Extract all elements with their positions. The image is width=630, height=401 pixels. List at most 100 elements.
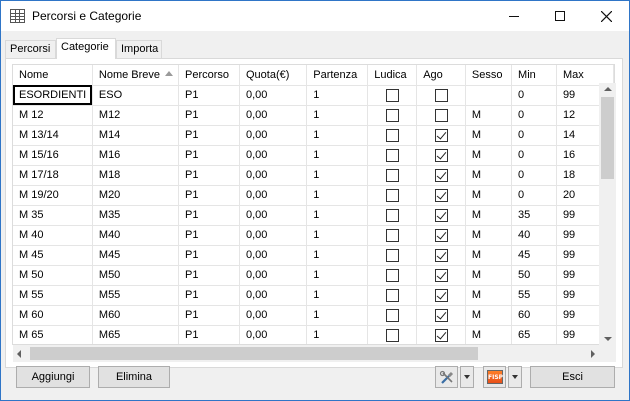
vertical-scroll-thumb[interactable] (601, 97, 614, 179)
partenza-cell[interactable]: 1 (306, 104, 369, 125)
categories-grid[interactable]: Nome Nome Breve Percorso Quota(€) Parten… (12, 64, 615, 345)
sesso-cell[interactable]: M (465, 264, 513, 285)
sesso-cell[interactable]: M (465, 324, 513, 344)
quota-cell[interactable]: 0,00 (239, 204, 308, 225)
percorso-cell[interactable]: P1 (178, 144, 240, 165)
nome-cell[interactable]: M 65 (13, 324, 93, 344)
ago-checkbox[interactable] (434, 208, 448, 222)
tab-categorie[interactable]: Categorie (56, 38, 116, 59)
percorso-cell[interactable]: P1 (178, 184, 240, 205)
partenza-cell[interactable]: 1 (306, 164, 369, 185)
ludica-cell[interactable] (367, 84, 418, 105)
ago-checkbox[interactable] (434, 228, 448, 242)
percorso-cell[interactable]: P1 (178, 324, 240, 344)
quota-cell[interactable]: 0,00 (239, 84, 308, 105)
nome-cell[interactable]: M 17/18 (13, 164, 93, 185)
ago-cell[interactable] (416, 264, 466, 285)
quota-cell[interactable]: 0,00 (239, 144, 308, 165)
partenza-cell[interactable]: 1 (306, 124, 369, 145)
ago-cell[interactable] (416, 184, 466, 205)
sesso-cell[interactable]: M (465, 124, 513, 145)
ludica-cell[interactable] (367, 304, 418, 325)
percorso-cell[interactable]: P1 (178, 244, 240, 265)
nome-cell[interactable]: M 40 (13, 224, 93, 245)
breve-cell[interactable]: M35 (92, 204, 180, 225)
min-cell[interactable]: 40 (511, 224, 557, 245)
quota-cell[interactable]: 0,00 (239, 104, 308, 125)
quota-cell[interactable]: 0,00 (239, 124, 308, 145)
min-cell[interactable]: 0 (511, 104, 557, 125)
min-cell[interactable]: 55 (511, 284, 557, 305)
nome-cell[interactable]: M 45 (13, 244, 93, 265)
ago-checkbox[interactable] (434, 108, 448, 122)
percorso-cell[interactable]: P1 (178, 164, 240, 185)
delete-button[interactable]: Elimina (98, 366, 170, 388)
ago-cell[interactable] (416, 104, 466, 125)
col-header-partenza[interactable]: Partenza (306, 65, 369, 85)
breve-cell[interactable]: M18 (92, 164, 180, 185)
horizontal-scroll-thumb[interactable] (30, 347, 478, 360)
ago-checkbox[interactable] (434, 88, 448, 102)
sesso-cell[interactable] (465, 84, 513, 105)
nome-cell[interactable]: M 12 (13, 104, 93, 125)
table-row[interactable]: M 45 M45 P1 0,00 1 M 45 99 (13, 244, 614, 265)
table-row[interactable]: M 13/14 M14 P1 0,00 1 M 0 14 (13, 124, 614, 145)
quota-cell[interactable]: 0,00 (239, 284, 308, 305)
quota-cell[interactable]: 0,00 (239, 324, 308, 344)
tab-percorsi[interactable]: Percorsi (5, 40, 56, 58)
partenza-cell[interactable]: 1 (306, 184, 369, 205)
min-cell[interactable]: 60 (511, 304, 557, 325)
nome-cell[interactable]: M 13/14 (13, 124, 93, 145)
percorso-cell[interactable]: P1 (178, 224, 240, 245)
tools-dropdown-button[interactable] (460, 366, 474, 388)
min-cell[interactable]: 0 (511, 84, 557, 105)
nome-cell[interactable]: M 15/16 (13, 144, 93, 165)
scroll-up-icon[interactable] (604, 87, 612, 91)
table-row[interactable]: M 19/20 M20 P1 0,00 1 M 0 20 (13, 184, 614, 205)
ludica-cell[interactable] (367, 224, 418, 245)
minimize-button[interactable] (491, 1, 537, 31)
quota-cell[interactable]: 0,00 (239, 304, 308, 325)
nome-cell[interactable]: ESORDIENTI (13, 84, 93, 105)
fisp-dropdown-button[interactable] (508, 366, 522, 388)
partenza-cell[interactable]: 1 (306, 224, 369, 245)
col-header-sesso[interactable]: Sesso (465, 65, 513, 85)
ago-cell[interactable] (416, 164, 466, 185)
sesso-cell[interactable]: M (465, 204, 513, 225)
min-cell[interactable]: 0 (511, 164, 557, 185)
quota-cell[interactable]: 0,00 (239, 264, 308, 285)
ludica-checkbox[interactable] (385, 128, 399, 142)
partenza-cell[interactable]: 1 (306, 204, 369, 225)
sesso-cell[interactable]: M (465, 164, 513, 185)
col-header-ago[interactable]: Ago (416, 65, 466, 85)
partenza-cell[interactable]: 1 (306, 144, 369, 165)
nome-cell[interactable]: M 55 (13, 284, 93, 305)
table-row[interactable]: M 40 M40 P1 0,00 1 M 40 99 (13, 224, 614, 245)
min-cell[interactable]: 65 (511, 324, 557, 344)
breve-cell[interactable]: M55 (92, 284, 180, 305)
table-row[interactable]: M 55 M55 P1 0,00 1 M 55 99 (13, 284, 614, 305)
ludica-cell[interactable] (367, 264, 418, 285)
vertical-scrollbar[interactable] (599, 83, 616, 345)
sesso-cell[interactable]: M (465, 284, 513, 305)
percorso-cell[interactable]: P1 (178, 264, 240, 285)
table-row[interactable]: M 12 M12 P1 0,00 1 M 0 12 (13, 104, 614, 125)
breve-cell[interactable]: M16 (92, 144, 180, 165)
add-button[interactable]: Aggiungi (16, 366, 90, 388)
sesso-cell[interactable]: M (465, 144, 513, 165)
ago-cell[interactable] (416, 84, 466, 105)
scroll-down-icon[interactable] (604, 337, 612, 341)
nome-cell[interactable]: M 60 (13, 304, 93, 325)
ludica-checkbox[interactable] (385, 208, 399, 222)
sesso-cell[interactable]: M (465, 244, 513, 265)
ludica-checkbox[interactable] (385, 248, 399, 262)
breve-cell[interactable]: M40 (92, 224, 180, 245)
breve-cell[interactable]: M45 (92, 244, 180, 265)
breve-cell[interactable]: M50 (92, 264, 180, 285)
ludica-checkbox[interactable] (385, 168, 399, 182)
ago-cell[interactable] (416, 244, 466, 265)
min-cell[interactable]: 0 (511, 144, 557, 165)
partenza-cell[interactable]: 1 (306, 84, 369, 105)
min-cell[interactable]: 0 (511, 124, 557, 145)
scroll-left-icon[interactable] (17, 350, 21, 358)
